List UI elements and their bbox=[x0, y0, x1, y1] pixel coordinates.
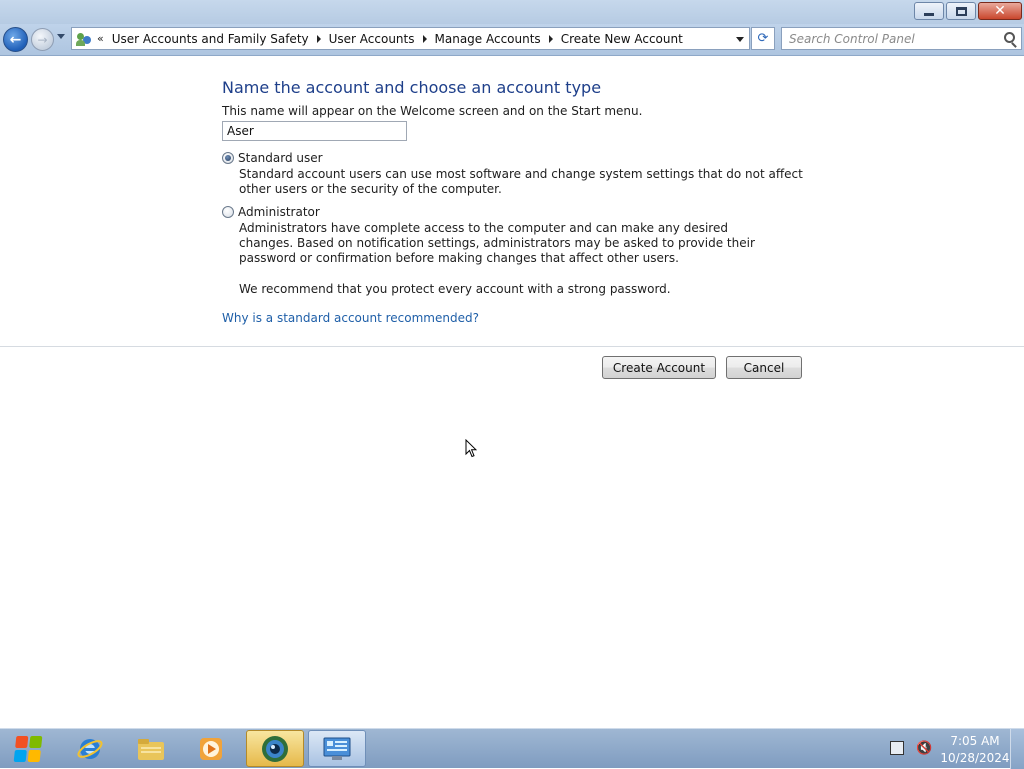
account-name-input[interactable] bbox=[222, 121, 407, 141]
standard-user-radio[interactable] bbox=[222, 152, 234, 164]
internet-explorer-icon bbox=[77, 738, 103, 759]
password-recommendation: We recommend that you protect every acco… bbox=[239, 282, 671, 296]
breadcrumb-item[interactable]: User Accounts and Family Safety bbox=[112, 32, 321, 46]
window-controls: ✕ bbox=[914, 2, 1022, 20]
file-explorer-icon bbox=[138, 738, 164, 760]
webcam-app-icon bbox=[262, 735, 288, 762]
minimize-button[interactable] bbox=[914, 2, 944, 20]
network-icon[interactable] bbox=[890, 741, 904, 755]
breadcrumb-label[interactable]: User Accounts and Family Safety bbox=[112, 32, 309, 46]
control-panel-icon bbox=[323, 737, 351, 760]
breadcrumb-chevron-icon[interactable] bbox=[548, 34, 553, 43]
mouse-cursor-icon bbox=[465, 439, 477, 458]
standard-user-label[interactable]: Standard user bbox=[238, 151, 323, 165]
restore-icon bbox=[955, 6, 967, 16]
taskbar-webcam-app[interactable] bbox=[246, 730, 304, 767]
breadcrumb-chevron-icon[interactable] bbox=[316, 34, 321, 43]
media-player-icon bbox=[200, 737, 222, 760]
main-content: Name the account and choose an account t… bbox=[0, 57, 1024, 728]
forward-arrow-icon: → bbox=[37, 32, 48, 47]
address-bar[interactable]: « User Accounts and Family Safety User A… bbox=[71, 27, 750, 50]
address-history-dropdown-icon[interactable] bbox=[736, 37, 744, 42]
close-icon: ✕ bbox=[994, 3, 1006, 19]
clock[interactable]: 7:05 AM 10/28/2024 bbox=[936, 733, 1014, 767]
refresh-button[interactable]: ⟳ bbox=[751, 27, 775, 50]
breadcrumb-chevron-icon[interactable] bbox=[422, 34, 427, 43]
taskbar-file-explorer[interactable] bbox=[122, 730, 180, 767]
restore-button[interactable] bbox=[946, 2, 976, 20]
search-box[interactable] bbox=[781, 27, 1022, 50]
breadcrumb-label[interactable]: Manage Accounts bbox=[435, 32, 541, 46]
taskbar-internet-explorer[interactable] bbox=[61, 730, 119, 767]
breadcrumb-item[interactable]: Manage Accounts bbox=[435, 32, 553, 46]
page-title: Name the account and choose an account t… bbox=[222, 78, 602, 97]
navigation-bar: ← → « User Accounts and Family Safety Us… bbox=[0, 24, 1024, 56]
taskbar-control-panel[interactable] bbox=[308, 730, 366, 767]
administrator-description: Administrators have complete access to t… bbox=[239, 221, 755, 265]
divider bbox=[0, 346, 1024, 347]
administrator-label[interactable]: Administrator bbox=[238, 205, 320, 219]
taskbar: 🔇 7:05 AM 10/28/2024 bbox=[0, 728, 1024, 769]
window-title-bar: ✕ bbox=[0, 0, 1024, 24]
start-button[interactable] bbox=[5, 730, 51, 767]
administrator-radio[interactable] bbox=[222, 206, 234, 218]
standard-user-description: Standard account users can use most soft… bbox=[239, 167, 803, 196]
back-button[interactable]: ← bbox=[3, 27, 28, 52]
minimize-icon bbox=[924, 12, 934, 16]
breadcrumb-label[interactable]: User Accounts bbox=[329, 32, 415, 46]
user-accounts-icon bbox=[76, 31, 92, 47]
name-description: This name will appear on the Welcome scr… bbox=[222, 104, 643, 118]
forward-button[interactable]: → bbox=[31, 28, 54, 51]
taskbar-media-player[interactable] bbox=[182, 730, 240, 767]
windows-logo-icon bbox=[13, 735, 43, 762]
refresh-icon: ⟳ bbox=[757, 31, 769, 46]
breadcrumb-label[interactable]: Create New Account bbox=[561, 32, 683, 46]
search-icon[interactable] bbox=[1004, 32, 1015, 43]
close-button[interactable]: ✕ bbox=[978, 2, 1022, 20]
breadcrumb-overflow-icon[interactable]: « bbox=[97, 32, 104, 45]
cancel-button[interactable]: Cancel bbox=[726, 356, 802, 379]
create-account-button[interactable]: Create Account bbox=[602, 356, 716, 379]
standard-account-help-link[interactable]: Why is a standard account recommended? bbox=[222, 311, 479, 325]
show-desktop-button[interactable] bbox=[1010, 729, 1024, 769]
recent-pages-dropdown-icon[interactable] bbox=[57, 34, 65, 39]
clock-date: 10/28/2024 bbox=[940, 751, 1010, 765]
breadcrumb-item-current[interactable]: Create New Account bbox=[561, 32, 683, 46]
clock-time: 7:05 AM bbox=[950, 734, 1000, 748]
volume-muted-icon[interactable]: 🔇 bbox=[916, 741, 932, 756]
back-arrow-icon: ← bbox=[9, 31, 22, 48]
breadcrumb-item[interactable]: User Accounts bbox=[329, 32, 427, 46]
search-input[interactable] bbox=[789, 28, 999, 49]
